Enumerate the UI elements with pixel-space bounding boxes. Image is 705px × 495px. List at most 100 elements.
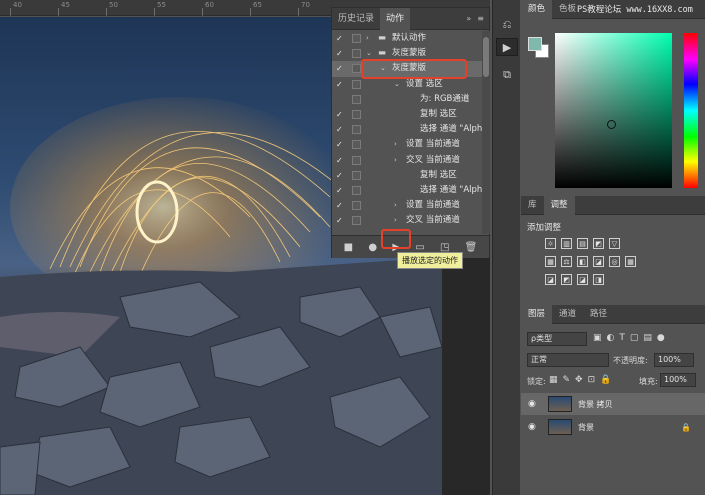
adjustment-icon[interactable]: ▽ (609, 238, 620, 249)
new-action-button[interactable]: ◳ (440, 242, 449, 253)
toggle-check-icon[interactable]: ✓ (336, 31, 346, 46)
adjustment-icon[interactable]: ◎ (609, 256, 620, 267)
action-row[interactable]: 为: RGB通道 (332, 92, 482, 107)
hue-slider[interactable] (684, 33, 698, 188)
layer-filter-select[interactable]: ρ类型 (527, 332, 587, 346)
expand-triangle-icon[interactable]: › (394, 198, 397, 213)
adjustment-icon[interactable]: ▤ (577, 238, 588, 249)
action-row[interactable]: ✓ › ▬ 默认动作 (332, 31, 482, 46)
dialog-toggle-box[interactable] (352, 94, 361, 104)
action-row[interactable]: ✓ 复制 选区 (332, 107, 482, 122)
lock-icons[interactable]: ▦✎✥⊡🔒 (549, 375, 616, 385)
dialog-toggle-box[interactable] (352, 125, 361, 135)
toggle-check-icon[interactable]: ✓ (336, 122, 346, 137)
toggle-check-icon[interactable]: ✓ (336, 107, 346, 122)
toggle-check-icon[interactable]: ✓ (336, 46, 346, 61)
toggle-check-icon[interactable]: ✓ (336, 168, 346, 183)
adjustment-icon-row: ◪ ◩ ◪ ◨ (545, 274, 685, 285)
tab-actions[interactable]: 动作 (380, 7, 411, 30)
adjustment-icon[interactable]: ◪ (545, 274, 556, 285)
adjustment-icon[interactable]: ☼ (545, 238, 556, 249)
expand-triangle-icon[interactable]: › (394, 213, 397, 228)
collapse-icon[interactable]: » (466, 14, 471, 23)
blend-mode-select[interactable]: 正常 (527, 353, 609, 367)
action-row[interactable]: ✓ 复制 选区 (332, 168, 482, 183)
action-row[interactable]: ✓ › 设置 当前通道 (332, 198, 482, 213)
adjustment-icon[interactable]: ◧ (577, 256, 588, 267)
history-panel-icon[interactable]: ⎌ (496, 16, 518, 34)
layer-thumbnail (548, 396, 572, 412)
tab-color[interactable]: 颜色 (521, 0, 553, 19)
adjustment-icon[interactable]: ⚖ (561, 256, 572, 267)
tab-history[interactable]: 历史记录 (332, 8, 380, 30)
adjustment-icon[interactable]: ◨ (593, 274, 604, 285)
stop-button[interactable]: ■ (344, 242, 353, 253)
adjustment-icon[interactable]: ◪ (593, 256, 604, 267)
expand-triangle-icon[interactable]: › (394, 153, 397, 168)
adjustment-icon[interactable]: ▥ (561, 238, 572, 249)
dialog-toggle-box[interactable] (352, 64, 361, 74)
layer-row-copy[interactable]: ◉ 背景 拷贝 (521, 393, 705, 415)
dialog-toggle-box[interactable] (352, 109, 361, 119)
record-button[interactable]: ● (368, 242, 377, 253)
layer-row-background[interactable]: ◉ 背景 🔒 (521, 416, 705, 438)
action-row[interactable]: ✓ 选择 通道 "Alph... (332, 122, 482, 137)
adjustment-icon[interactable]: ▦ (545, 256, 556, 267)
action-row[interactable]: ✓ › 交叉 当前通道 (332, 153, 482, 168)
toggle-check-icon[interactable]: ✓ (336, 137, 346, 152)
dialog-toggle-box[interactable] (352, 201, 361, 211)
adjustment-icon[interactable]: ◩ (561, 274, 572, 285)
filter-icons[interactable]: ▣◐T▢▤● (593, 333, 670, 343)
actions-scrollbar[interactable] (482, 31, 490, 234)
opacity-label: 不透明度: (613, 356, 648, 365)
folder-icon: ▬ (378, 33, 387, 43)
dialog-toggle-box[interactable] (352, 170, 361, 180)
dialog-toggle-box[interactable] (352, 34, 361, 43)
toggle-check-icon[interactable]: ✓ (336, 213, 346, 228)
adjustment-icon[interactable]: ◪ (577, 274, 588, 285)
new-set-button[interactable]: ▭ (415, 242, 424, 253)
adjustment-icon-row: ▦ ⚖ ◧ ◪ ◎ ▦ (545, 256, 685, 267)
ruler-tick (10, 8, 11, 16)
delete-button[interactable]: 🗑 (465, 242, 478, 253)
fill-input[interactable]: 100% (660, 373, 696, 387)
action-row[interactable]: ✓ › 设置 当前通道 (332, 137, 482, 152)
tab-paths[interactable]: 路径 (583, 305, 614, 324)
tab-adjustments[interactable]: 调整 (543, 195, 575, 215)
foreground-color-swatch[interactable] (528, 37, 542, 51)
scrollbar-thumb[interactable] (483, 37, 489, 77)
dialog-toggle-box[interactable] (352, 155, 361, 165)
toggle-check-icon[interactable]: ✓ (336, 183, 346, 198)
actions-panel-icon[interactable]: ▶ (496, 38, 518, 56)
tab-libraries[interactable]: 库 (521, 196, 544, 215)
panel-menu-icon[interactable]: ≡ (477, 14, 484, 23)
adjustment-icon[interactable]: ◩ (593, 238, 604, 249)
toggle-check-icon[interactable]: ✓ (336, 77, 346, 92)
dialog-toggle-box[interactable] (352, 140, 361, 150)
visibility-eye-icon[interactable]: ◉ (528, 399, 536, 409)
picker-cursor[interactable] (607, 120, 616, 129)
action-row[interactable]: ✓ 选择 通道 "Alph... (332, 183, 482, 198)
toggle-check-icon[interactable]: ✓ (336, 198, 346, 213)
color-picker-field[interactable] (555, 33, 672, 188)
lock-icon: 🔒 (681, 422, 691, 432)
toggle-check-icon[interactable]: ✓ (336, 153, 346, 168)
dialog-toggle-box[interactable] (352, 79, 361, 89)
dialog-toggle-box[interactable] (352, 185, 361, 195)
play-tooltip: 播放选定的动作 (397, 252, 463, 269)
visibility-eye-icon[interactable]: ◉ (528, 422, 536, 432)
dialog-toggle-box[interactable] (352, 49, 361, 59)
properties-panel-icon[interactable]: ⧉ (496, 66, 518, 84)
dialog-toggle-box[interactable] (352, 216, 361, 226)
collapsed-panel-dock: ⎌ ▶ ⧉ (492, 0, 520, 495)
action-label: 默认动作 (392, 33, 427, 43)
toggle-check-icon[interactable]: ✓ (336, 61, 346, 76)
tab-layers[interactable]: 图层 (521, 304, 553, 324)
adjustment-icon[interactable]: ▦ (625, 256, 636, 267)
expand-triangle-icon[interactable]: › (394, 137, 397, 152)
tab-channels[interactable]: 通道 (552, 305, 583, 324)
action-row[interactable]: ✓ › 交叉 当前通道 (332, 213, 482, 228)
action-label: 复制 选区 (420, 169, 457, 180)
expand-triangle-icon[interactable]: › (366, 31, 369, 46)
opacity-input[interactable]: 100% (654, 353, 694, 367)
